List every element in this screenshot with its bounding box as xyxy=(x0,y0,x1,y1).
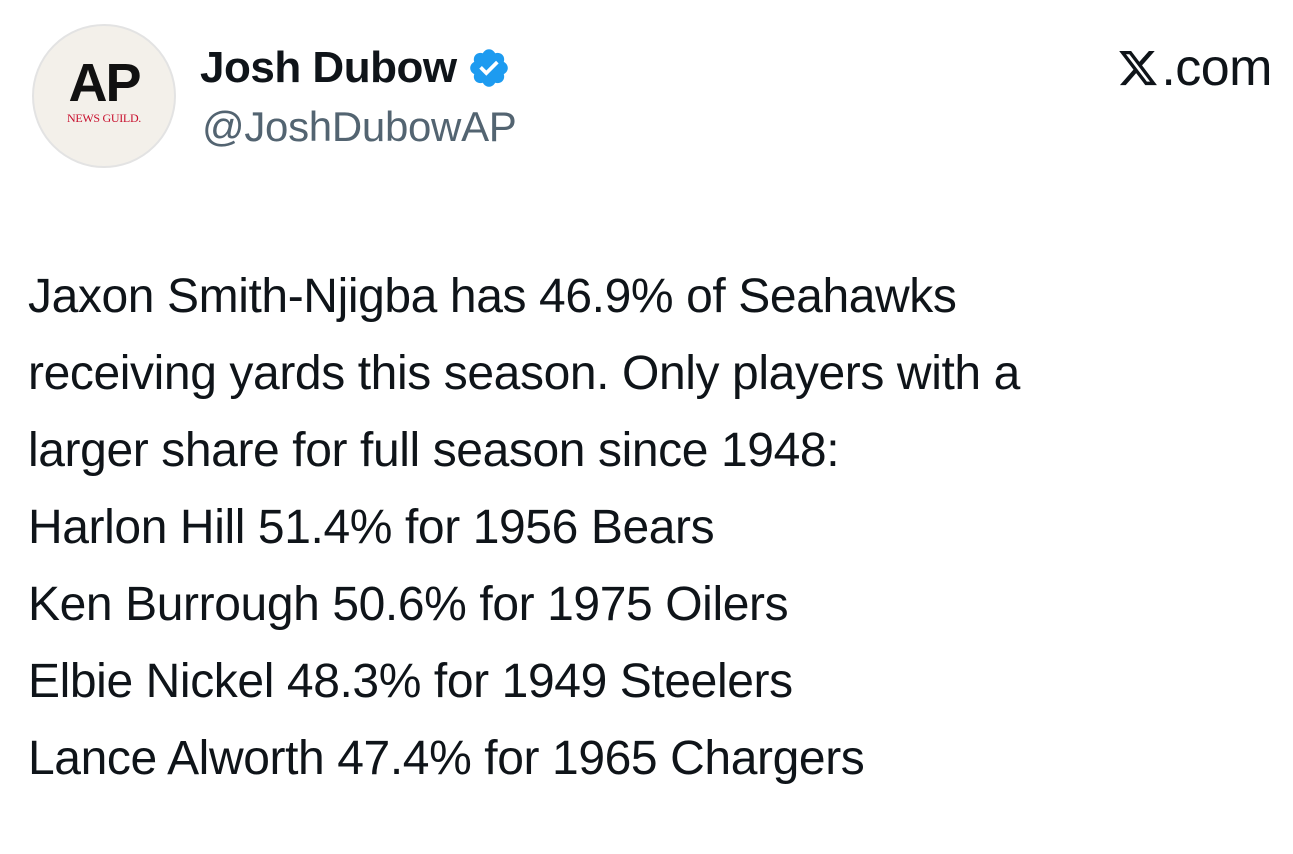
x-logo-icon xyxy=(1119,50,1158,86)
tweet-line: larger share for full season since 1948: xyxy=(28,424,840,477)
author-handle[interactable]: @JoshDubowAP xyxy=(202,103,517,150)
avatar-logo-text: AP xyxy=(68,53,141,113)
avatar[interactable]: AP NEWS GUILD. xyxy=(32,24,176,168)
tweet-line: Elbie Nickel 48.3% for 1949 Steelers xyxy=(28,655,793,708)
tweet-line: Harlon Hill 51.4% for 1956 Bears xyxy=(28,501,715,554)
tweet-line: Lance Alworth 47.4% for 1965 Chargers xyxy=(28,732,865,785)
tweet-text: Jaxon Smith-Njigba has 46.9% of Seahawks… xyxy=(28,258,1268,797)
tweet-header: AP NEWS GUILD. Josh Dubow @JoshDubowAP .… xyxy=(32,24,1272,174)
author-name-row: Josh Dubow xyxy=(200,40,511,96)
display-name[interactable]: Josh Dubow xyxy=(200,46,457,90)
tweet-line: Ken Burrough 50.6% for 1975 Oilers xyxy=(28,578,789,631)
x-com-brand: .com xyxy=(1117,42,1272,94)
tweet-line: Jaxon Smith-Njigba has 46.9% of Seahawks xyxy=(28,270,957,323)
verified-badge-icon xyxy=(469,49,508,87)
avatar-logo-subtext: NEWS GUILD. xyxy=(66,111,142,125)
brand-domain-text: .com xyxy=(1161,39,1272,97)
tweet-line: receiving yards this season. Only player… xyxy=(28,347,1020,400)
